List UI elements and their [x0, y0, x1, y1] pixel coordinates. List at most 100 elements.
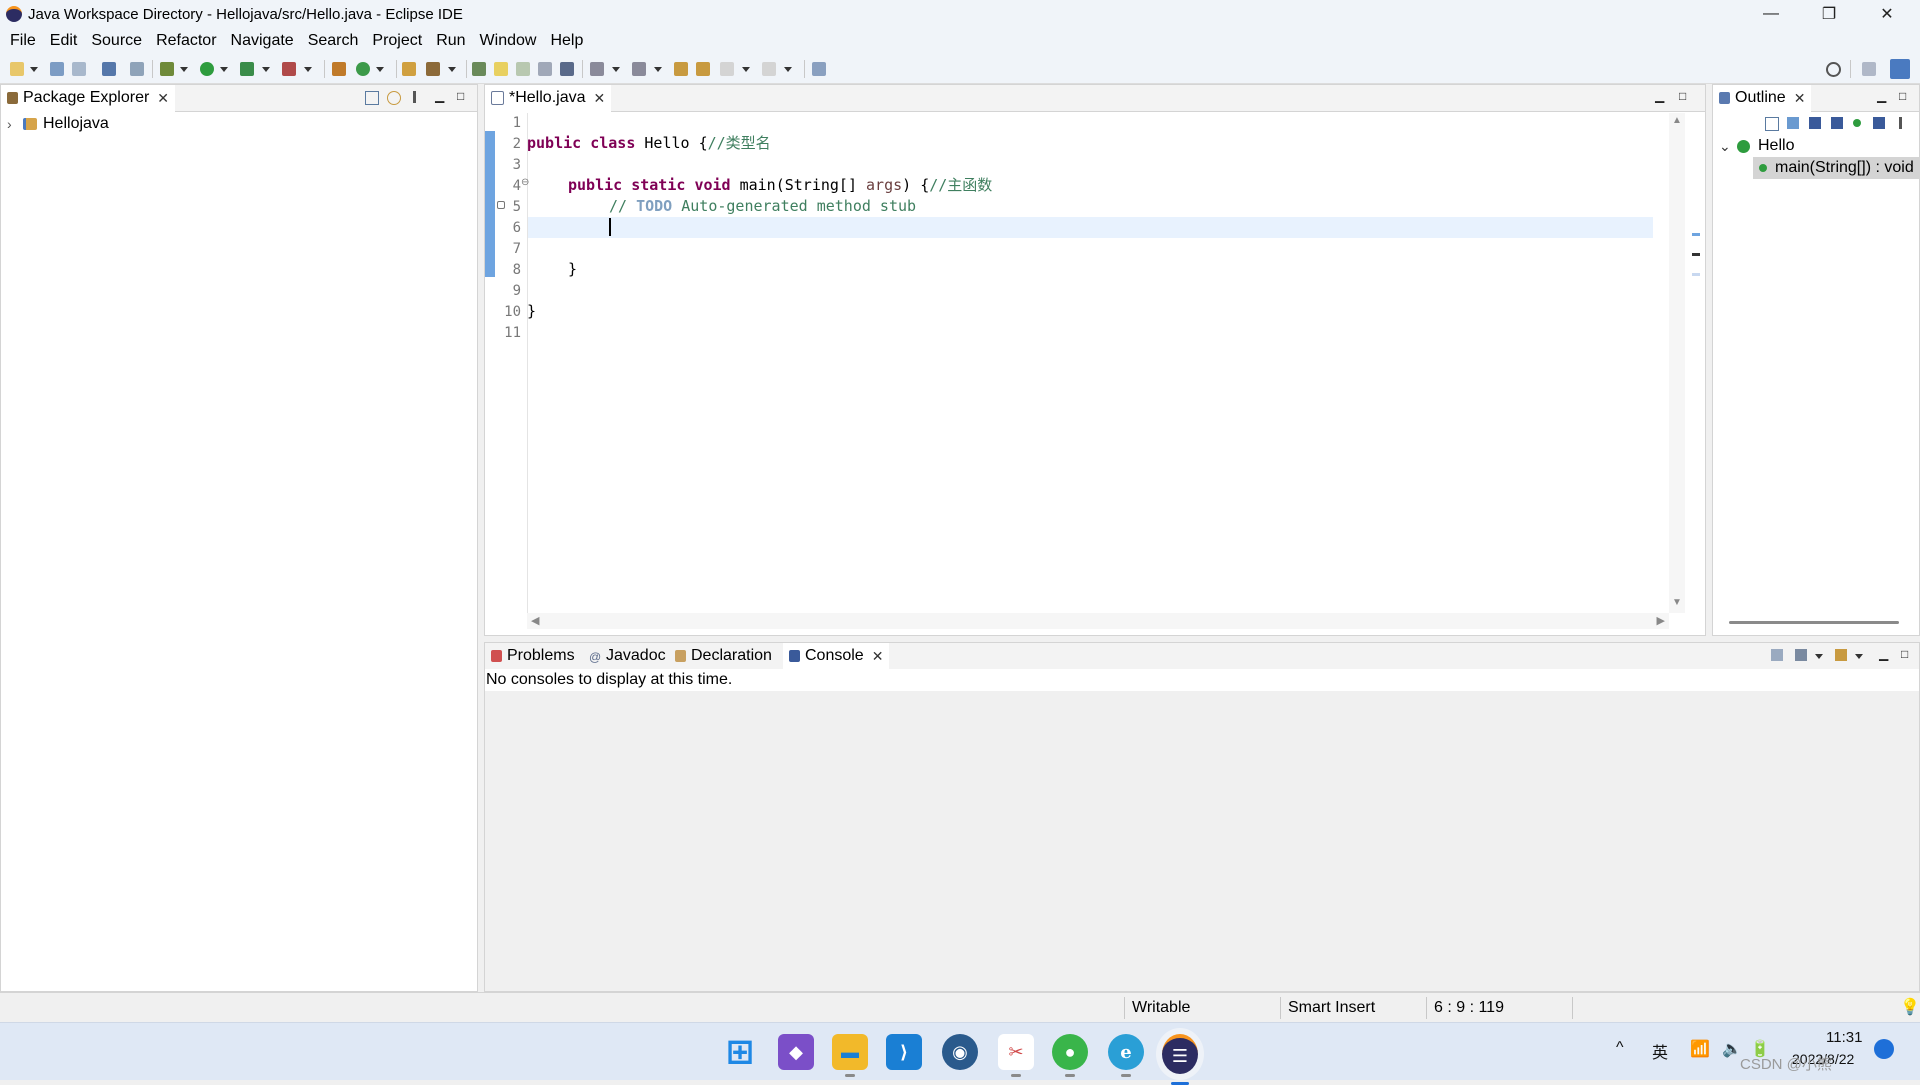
- menu-refactor[interactable]: Refactor: [150, 32, 224, 50]
- snipping-tool-icon[interactable]: ✂: [998, 1034, 1034, 1077]
- open-console-icon[interactable]: [1835, 649, 1847, 661]
- link-with-editor-icon[interactable]: [387, 91, 401, 105]
- block-selection-icon[interactable]: [538, 62, 552, 76]
- forward-icon[interactable]: [762, 62, 776, 76]
- collapse-all-icon[interactable]: [1765, 117, 1779, 131]
- notification-icon[interactable]: [1874, 1039, 1894, 1059]
- tab-hello-java[interactable]: *Hello.java ✕: [485, 85, 612, 113]
- next-edit-location-icon[interactable]: [696, 62, 710, 76]
- close-icon[interactable]: ✕: [157, 90, 169, 107]
- view-menu-icon[interactable]: [1899, 117, 1902, 129]
- open-type-icon[interactable]: [402, 62, 416, 76]
- external-tools-dropdown-icon[interactable]: [304, 67, 312, 72]
- maximize-view-icon[interactable]: □: [1899, 89, 1906, 103]
- previous-annotation-icon[interactable]: [632, 62, 646, 76]
- hide-fields-icon[interactable]: [1809, 117, 1821, 129]
- new-class-dropdown-icon[interactable]: [376, 67, 384, 72]
- open-console-dropdown-icon[interactable]: [1855, 654, 1863, 659]
- vscode-icon[interactable]: ⟩: [886, 1034, 922, 1070]
- sort-icon[interactable]: [1787, 117, 1799, 129]
- hide-local-types-icon[interactable]: [1873, 117, 1885, 129]
- fold-collapse-icon[interactable]: ⊖: [521, 177, 529, 188]
- maximize-view-icon[interactable]: □: [1901, 647, 1908, 661]
- back-icon[interactable]: [720, 62, 734, 76]
- visual-studio-icon[interactable]: ◆: [778, 1034, 814, 1070]
- expand-chevron-icon[interactable]: ›: [7, 116, 23, 132]
- tree-item-hellojava[interactable]: › Hellojava: [7, 113, 109, 135]
- scroll-right-icon[interactable]: ▶: [1657, 614, 1665, 627]
- tab-outline[interactable]: Outline ✕: [1713, 85, 1812, 113]
- external-tools-icon[interactable]: [282, 62, 296, 76]
- search-tool-icon[interactable]: [426, 62, 440, 76]
- open-perspective-icon[interactable]: [1862, 62, 1876, 76]
- menu-navigate[interactable]: Navigate: [225, 32, 302, 50]
- scroll-up-icon[interactable]: ▲: [1672, 115, 1682, 126]
- java-perspective-icon[interactable]: [1890, 59, 1910, 79]
- wifi-icon[interactable]: 📶: [1690, 1039, 1710, 1059]
- minimize-button[interactable]: —: [1742, 0, 1800, 28]
- view-menu-icon[interactable]: [413, 91, 416, 103]
- file-explorer-icon[interactable]: ▬: [832, 1034, 868, 1077]
- new-java-project-icon[interactable]: [332, 62, 346, 76]
- wechat-icon[interactable]: ●: [1052, 1034, 1088, 1077]
- clock-time[interactable]: 11:31: [1826, 1029, 1862, 1046]
- coverage-dropdown-icon[interactable]: [262, 67, 270, 72]
- tab-package-explorer[interactable]: Package Explorer ✕: [1, 85, 176, 113]
- windows-start-icon[interactable]: ⊞: [722, 1033, 758, 1071]
- skip-breakpoints-icon[interactable]: [130, 62, 144, 76]
- close-icon[interactable]: ✕: [593, 90, 605, 107]
- search-icon[interactable]: [1826, 62, 1841, 77]
- last-edit-location-icon[interactable]: [674, 62, 688, 76]
- search-dropdown-icon[interactable]: [448, 67, 456, 72]
- coverage-icon[interactable]: [240, 62, 254, 76]
- code-line-5[interactable]: // TODO Auto-generated method stub: [609, 196, 916, 217]
- new-class-icon[interactable]: [356, 62, 370, 76]
- eclipse-icon[interactable]: ☰: [1162, 1034, 1198, 1085]
- menu-project[interactable]: Project: [366, 32, 430, 50]
- tab-declaration[interactable]: Declaration: [669, 643, 778, 669]
- code-line-4[interactable]: public static void main(String[] args) {…: [568, 175, 992, 196]
- maximize-editor-icon[interactable]: □: [1679, 89, 1686, 103]
- menu-edit[interactable]: Edit: [44, 32, 86, 50]
- tab-problems[interactable]: Problems: [485, 643, 581, 669]
- debug-icon[interactable]: [160, 62, 174, 76]
- menu-window[interactable]: Window: [474, 32, 545, 50]
- scroll-left-icon[interactable]: ◀: [531, 614, 539, 627]
- internet-explorer-icon[interactable]: e: [1108, 1034, 1144, 1077]
- code-line-8[interactable]: }: [568, 259, 577, 280]
- menu-file[interactable]: File: [4, 32, 44, 50]
- horizontal-scrollbar[interactable]: [1729, 621, 1899, 624]
- minimize-view-icon[interactable]: ▁: [435, 89, 444, 103]
- menu-source[interactable]: Source: [85, 32, 150, 50]
- tab-javadoc[interactable]: @ Javadoc: [583, 643, 672, 669]
- scroll-down-icon[interactable]: ▼: [1672, 597, 1682, 608]
- maximize-view-icon[interactable]: □: [457, 89, 464, 103]
- show-hidden-icons-chevron[interactable]: ^: [1616, 1039, 1624, 1057]
- show-whitespace-icon[interactable]: [560, 62, 574, 76]
- next-annotation-dropdown-icon[interactable]: [612, 67, 620, 72]
- pin-console-icon[interactable]: [1771, 649, 1783, 661]
- new-icon[interactable]: [10, 62, 24, 76]
- display-console-dropdown-icon[interactable]: [1815, 654, 1823, 659]
- vertical-scrollbar[interactable]: ▲ ▼: [1669, 113, 1685, 613]
- tip-lightbulb-icon[interactable]: 💡: [1900, 993, 1920, 1023]
- save-icon[interactable]: [50, 62, 64, 76]
- network-app-icon[interactable]: ◉: [942, 1034, 978, 1070]
- toggle-word-wrap-icon[interactable]: [516, 62, 530, 76]
- debug-dropdown-icon[interactable]: [180, 67, 188, 72]
- run-dropdown-icon[interactable]: [220, 67, 228, 72]
- minimize-view-icon[interactable]: ▁: [1879, 647, 1888, 661]
- tab-console[interactable]: Console ✕: [783, 643, 890, 671]
- ime-indicator[interactable]: 英: [1652, 1039, 1668, 1063]
- open-terminal-icon[interactable]: [102, 62, 116, 76]
- hide-nonpublic-icon[interactable]: [1853, 119, 1861, 127]
- minimize-view-icon[interactable]: ▁: [1877, 89, 1886, 103]
- horizontal-scrollbar[interactable]: ◀ ▶: [527, 613, 1669, 629]
- hide-static-icon[interactable]: [1831, 117, 1843, 129]
- display-console-icon[interactable]: [1795, 649, 1807, 661]
- menu-search[interactable]: Search: [302, 32, 367, 50]
- close-icon[interactable]: ✕: [1794, 90, 1806, 107]
- menu-help[interactable]: Help: [544, 32, 591, 50]
- back-dropdown-icon[interactable]: [742, 67, 750, 72]
- toggle-mark-occurrences-icon[interactable]: [494, 62, 508, 76]
